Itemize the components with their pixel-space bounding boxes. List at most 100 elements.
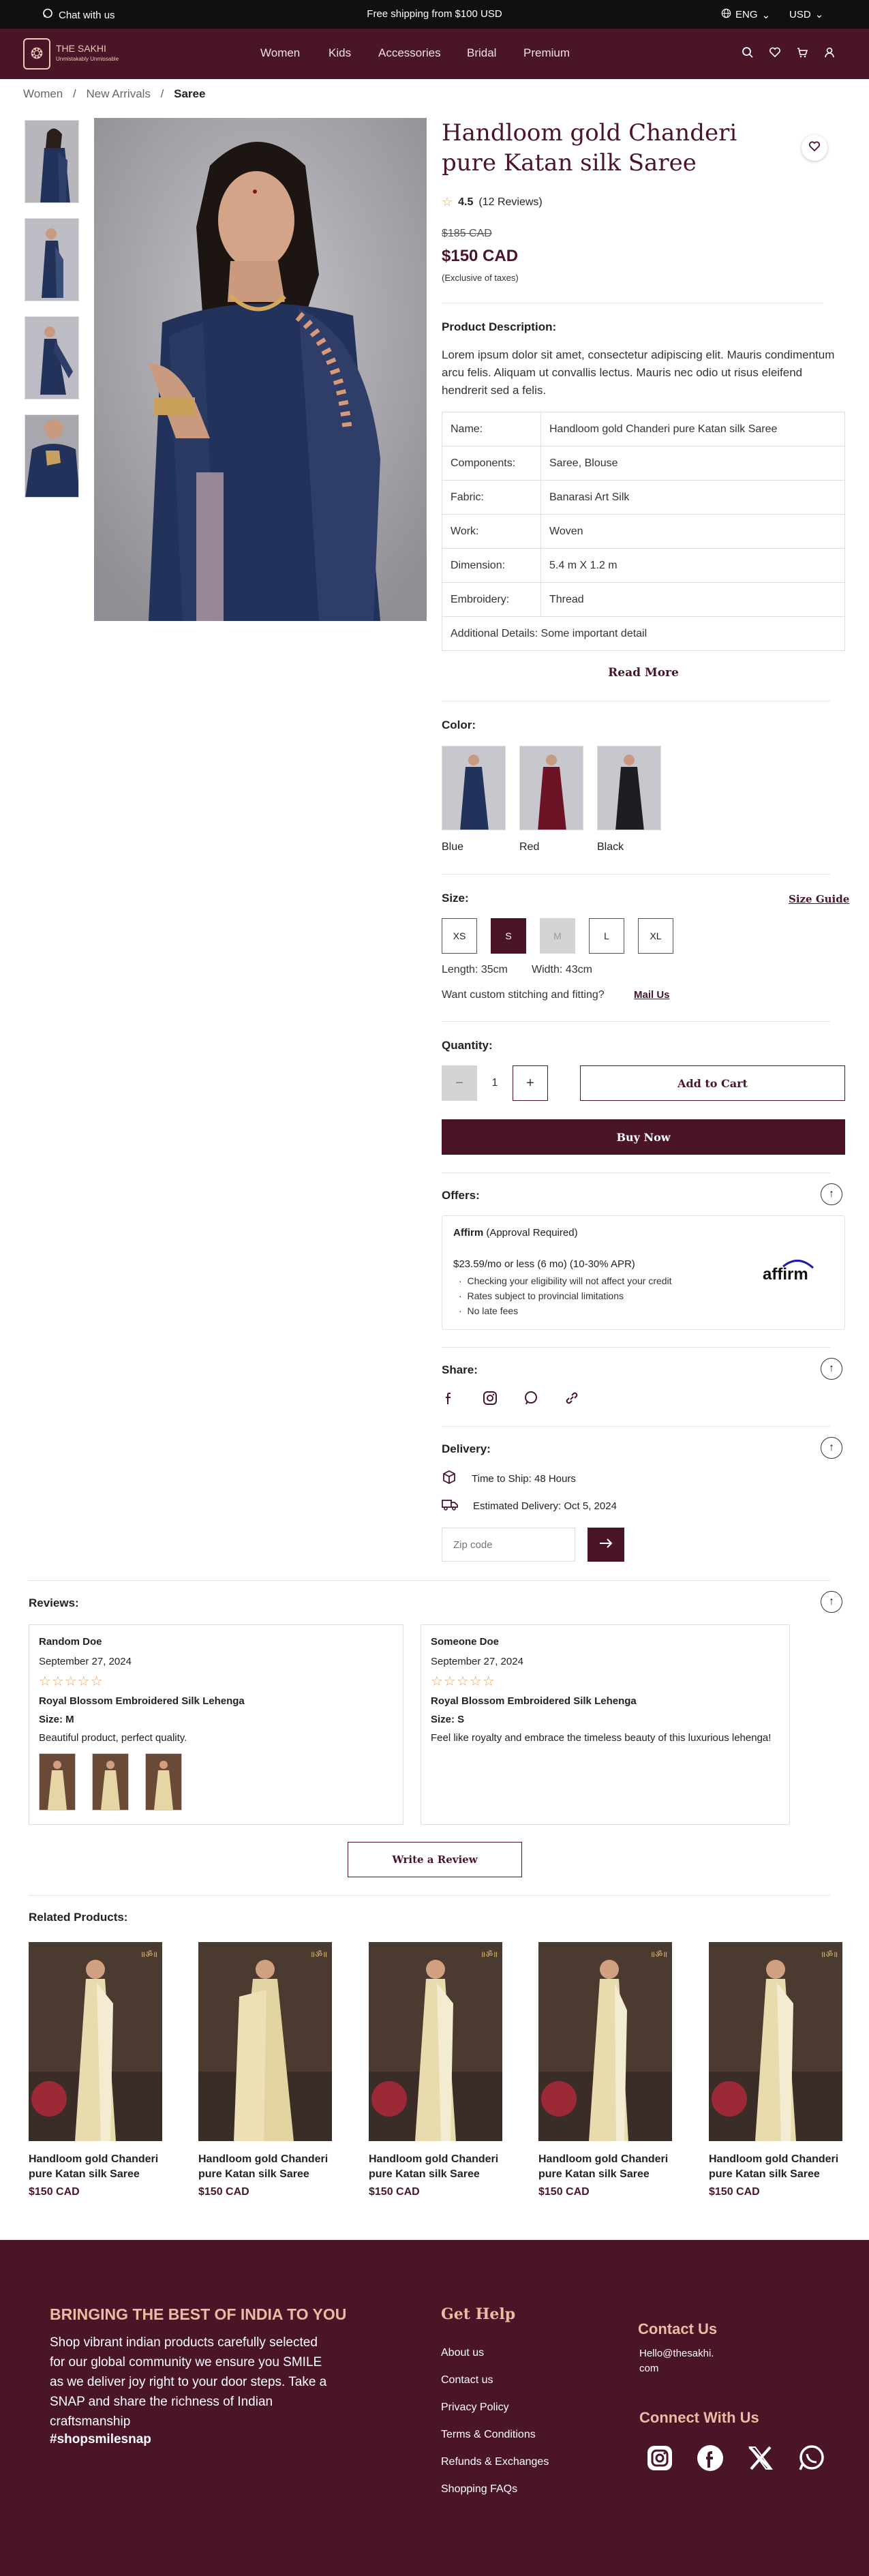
breadcrumb-women[interactable]: Women bbox=[23, 87, 63, 100]
spec-key: Dimension: bbox=[442, 548, 541, 583]
spec-table: Name: Handloom gold Chanderi pure Katan s… bbox=[442, 412, 845, 651]
product-thumbnail[interactable] bbox=[25, 316, 79, 399]
related-product-card[interactable]: ॥ॐ॥ Handloom gold Chanderi pure Katan si… bbox=[538, 1942, 672, 2198]
footer-link-privacy[interactable]: Privacy Policy bbox=[441, 2394, 549, 2421]
zip-submit-button[interactable] bbox=[588, 1528, 624, 1562]
reviews-collapse-button[interactable]: ↑ bbox=[821, 1591, 842, 1613]
related-product-card[interactable]: ॥ॐ॥ Handloom gold Chanderi pure Katan si… bbox=[29, 1942, 162, 2198]
size-option-xl[interactable]: XL bbox=[638, 918, 673, 954]
related-product-card[interactable]: ॥ॐ॥ Handloom gold Chanderi pure Katan si… bbox=[198, 1942, 332, 2198]
quantity-increase-button[interactable]: + bbox=[513, 1065, 548, 1101]
related-product-name[interactable]: Handloom gold Chanderi pure Katan silk S… bbox=[198, 2152, 332, 2182]
related-product-card[interactable]: ॥ॐ॥ Handloom gold Chanderi pure Katan si… bbox=[369, 1942, 502, 2198]
link-icon[interactable] bbox=[564, 1391, 579, 1409]
review-text: Feel like royalty and embrace the timele… bbox=[431, 1732, 772, 1744]
review-product: Royal Blossom Embroidered Silk Lehenga bbox=[431, 1695, 637, 1707]
size-option-s[interactable]: S bbox=[491, 918, 526, 954]
currency-selector[interactable]: USD ⌄ bbox=[789, 8, 823, 21]
contact-email[interactable]: Hello@thesakhi.com bbox=[639, 2346, 714, 2376]
product-thumbnail[interactable] bbox=[25, 218, 79, 301]
breadcrumb-current: Saree bbox=[174, 87, 206, 100]
arrow-up-icon: ↑ bbox=[829, 1363, 834, 1374]
chevron-down-icon: ⌄ bbox=[761, 9, 771, 21]
quantity-value[interactable]: 1 bbox=[477, 1065, 513, 1101]
buy-now-button[interactable]: Buy Now bbox=[442, 1119, 845, 1155]
product-thumbnail[interactable] bbox=[25, 414, 79, 498]
review-photo[interactable] bbox=[92, 1753, 129, 1810]
spec-value: Woven bbox=[540, 514, 845, 549]
search-icon[interactable] bbox=[742, 46, 754, 62]
color-swatch-blue[interactable] bbox=[442, 746, 506, 830]
footer-link-faqs[interactable]: Shopping FAQs bbox=[441, 2476, 549, 2503]
related-product-name[interactable]: Handloom gold Chanderi pure Katan silk S… bbox=[709, 2152, 842, 2182]
whatsapp-icon[interactable] bbox=[523, 1391, 538, 1409]
spec-key: Fabric: bbox=[442, 480, 541, 515]
read-more-button[interactable]: Read More bbox=[442, 666, 845, 680]
whatsapp-icon[interactable] bbox=[797, 2444, 825, 2475]
rating-summary[interactable]: ☆ 4.5 (12 Reviews) bbox=[442, 195, 543, 209]
cart-icon[interactable] bbox=[796, 46, 808, 62]
delivery-collapse-button[interactable]: ↑ bbox=[821, 1437, 842, 1459]
main-navigation: ❂ THE SAKHI Unmistakably Unmissable Women… bbox=[0, 29, 869, 79]
footer-link-contact[interactable]: Contact us bbox=[441, 2367, 549, 2394]
nav-item-accessories[interactable]: Accessories bbox=[378, 46, 441, 60]
product-main-image[interactable] bbox=[94, 118, 427, 621]
related-product-card[interactable]: ॥ॐ॥ Handloom gold Chanderi pure Katan si… bbox=[709, 1942, 842, 2198]
review-photo[interactable] bbox=[39, 1753, 76, 1810]
add-to-wishlist-button[interactable] bbox=[802, 135, 827, 161]
mail-us-link[interactable]: Mail Us bbox=[634, 989, 670, 1001]
affirm-offer-card: Affirm (Approval Required) $23.59/mo or … bbox=[442, 1215, 845, 1330]
facebook-icon[interactable] bbox=[697, 2444, 724, 2475]
footer-link-terms[interactable]: Terms & Conditions bbox=[441, 2421, 549, 2449]
related-product-image[interactable]: ॥ॐ॥ bbox=[198, 1942, 332, 2141]
share-collapse-button[interactable]: ↑ bbox=[821, 1358, 842, 1380]
related-product-name[interactable]: Handloom gold Chanderi pure Katan silk S… bbox=[538, 2152, 672, 2182]
footer-link-about[interactable]: About us bbox=[441, 2339, 549, 2367]
brand-logo[interactable]: ❂ THE SAKHI Unmistakably Unmissable bbox=[23, 38, 119, 70]
table-row: Fabric: Banarasi Art Silk bbox=[442, 480, 845, 515]
facebook-icon[interactable] bbox=[442, 1391, 457, 1409]
nav-item-bridal[interactable]: Bridal bbox=[467, 46, 496, 60]
arrow-up-icon: ↑ bbox=[829, 1442, 834, 1453]
table-row: Embroidery: Thread bbox=[442, 582, 845, 617]
size-option-m[interactable]: M bbox=[540, 918, 575, 954]
footer-hashtag[interactable]: #shopsmilesnap bbox=[50, 2432, 151, 2447]
related-product-image[interactable]: ॥ॐ॥ bbox=[29, 1942, 162, 2141]
related-product-image[interactable]: ॥ॐ॥ bbox=[709, 1942, 842, 2141]
size-guide-link[interactable]: Size Guide bbox=[789, 893, 849, 905]
related-product-name[interactable]: Handloom gold Chanderi pure Katan silk S… bbox=[29, 2152, 162, 2182]
product-thumbnail[interactable] bbox=[25, 120, 79, 203]
x-twitter-icon[interactable] bbox=[747, 2444, 774, 2475]
divider bbox=[442, 1347, 830, 1348]
language-selector[interactable]: ENG ⌄ bbox=[721, 8, 770, 21]
footer-link-refunds[interactable]: Refunds & Exchanges bbox=[441, 2449, 549, 2476]
table-row: Dimension: 5.4 m X 1.2 m bbox=[442, 548, 845, 583]
related-product-image[interactable]: ॥ॐ॥ bbox=[538, 1942, 672, 2141]
size-option-xs[interactable]: XS bbox=[442, 918, 477, 954]
instagram-icon[interactable] bbox=[483, 1391, 498, 1409]
user-account-icon[interactable] bbox=[823, 46, 836, 62]
currency-value: USD bbox=[789, 8, 811, 20]
color-swatch-red[interactable] bbox=[519, 746, 583, 830]
nav-item-women[interactable]: Women bbox=[260, 46, 300, 60]
related-product-name[interactable]: Handloom gold Chanderi pure Katan silk S… bbox=[369, 2152, 502, 2182]
review-photo[interactable] bbox=[145, 1753, 182, 1810]
product-title: Handloom gold Chanderi pure Katan silk S… bbox=[442, 119, 737, 177]
offers-collapse-button[interactable]: ↑ bbox=[821, 1183, 842, 1205]
instagram-icon[interactable] bbox=[646, 2444, 673, 2475]
related-product-price: $150 CAD bbox=[29, 2186, 80, 2198]
footer-headline: BRINGING THE BEST OF INDIA TO YOU bbox=[50, 2305, 347, 2323]
color-swatch-black[interactable] bbox=[597, 746, 661, 830]
nav-item-premium[interactable]: Premium bbox=[523, 46, 570, 60]
quantity-decrease-button[interactable]: − bbox=[442, 1065, 477, 1101]
breadcrumb-new-arrivals[interactable]: New Arrivals bbox=[86, 87, 150, 100]
size-option-l[interactable]: L bbox=[589, 918, 624, 954]
spec-value: Some important detail bbox=[540, 627, 647, 639]
wishlist-heart-icon[interactable] bbox=[769, 46, 781, 62]
nav-item-kids[interactable]: Kids bbox=[329, 46, 351, 60]
related-product-image[interactable]: ॥ॐ॥ bbox=[369, 1942, 502, 2141]
write-review-button[interactable]: Write a Review bbox=[348, 1842, 522, 1877]
zip-code-input[interactable] bbox=[442, 1528, 575, 1562]
add-to-cart-button[interactable]: Add to Cart bbox=[580, 1065, 845, 1101]
spec-key: Work: bbox=[442, 514, 541, 549]
